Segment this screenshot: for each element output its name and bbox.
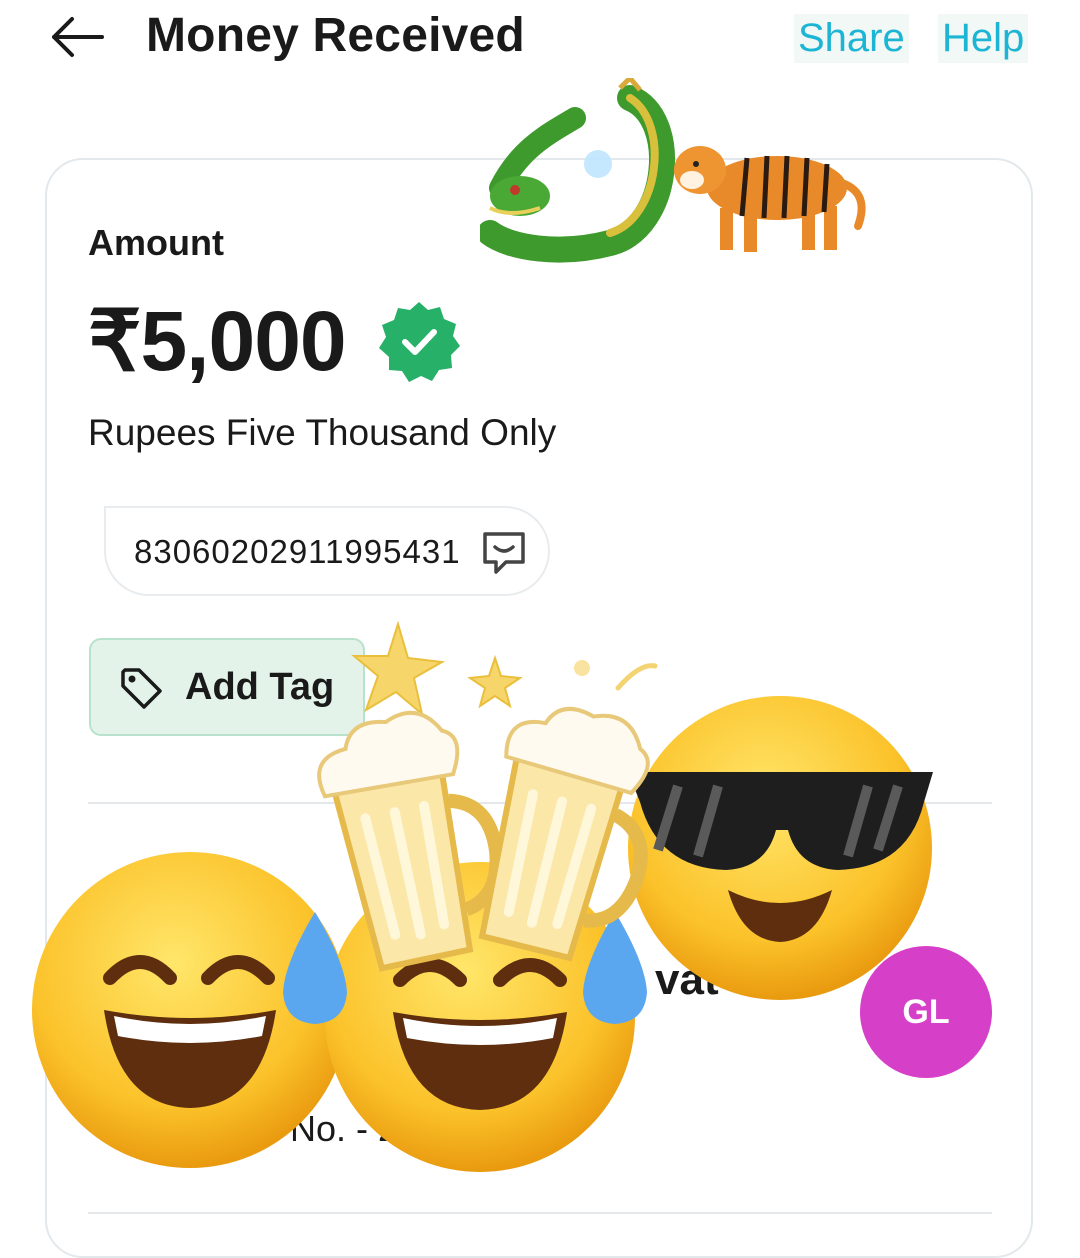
tiger-sticker [674, 146, 866, 252]
help-button[interactable]: Help [938, 14, 1029, 63]
beer-mugs-sticker [317, 706, 650, 972]
divider [88, 1212, 992, 1214]
share-button[interactable]: Share [794, 14, 909, 63]
amount-value: ₹5,000 [88, 294, 347, 388]
amount-in-words: Rupees Five Thousand Only [88, 412, 557, 453]
dragon-sticker [480, 78, 675, 263]
verified-badge-icon [376, 298, 462, 384]
top-bar: Money Received Share Help [0, 0, 1080, 80]
reference-id: 83060202911995431 [134, 533, 461, 570]
amount-label: Amount [88, 222, 224, 263]
tag-icon [119, 666, 165, 712]
back-arrow-icon[interactable] [42, 12, 112, 62]
transaction-reference: 83060202911995431 [104, 506, 550, 596]
chat-bubble-icon[interactable] [480, 530, 528, 576]
page-title: Money Received [146, 9, 525, 62]
